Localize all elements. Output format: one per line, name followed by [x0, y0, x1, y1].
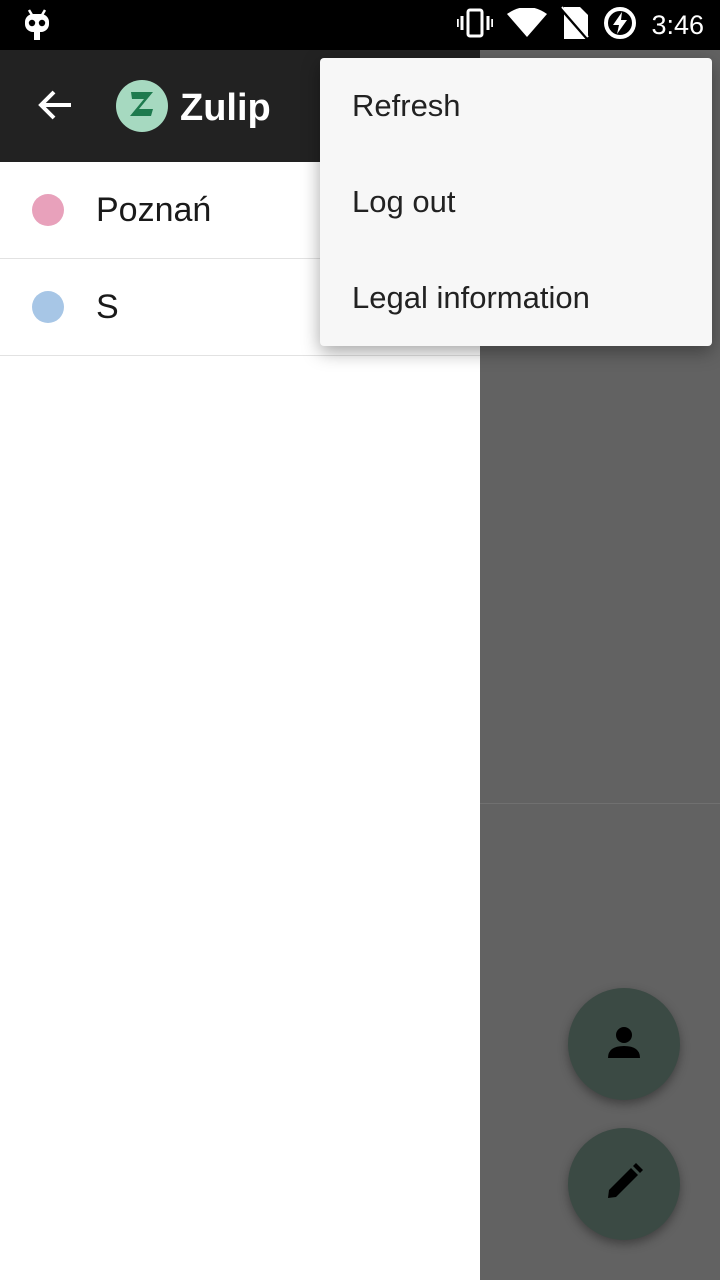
people-fab-button[interactable] — [568, 988, 680, 1100]
menu-item-legal-information[interactable]: Legal information — [320, 250, 712, 346]
person-icon — [606, 1024, 642, 1064]
stream-color-dot — [32, 194, 64, 226]
menu-item-refresh[interactable]: Refresh — [320, 58, 712, 154]
cyanogen-bug-icon — [20, 8, 54, 42]
zulip-logo-icon — [127, 89, 157, 123]
stream-name: Poznań — [96, 191, 212, 229]
pencil-icon — [604, 1162, 644, 1206]
status-bar: 3:46 — [0, 0, 720, 50]
stream-name: S — [96, 288, 119, 326]
no-sim-icon — [559, 6, 591, 44]
stream-color-dot — [32, 291, 64, 323]
back-button[interactable] — [28, 80, 82, 134]
menu-item-log-out[interactable]: Log out — [320, 154, 712, 250]
divider — [480, 803, 720, 804]
wifi-icon — [507, 7, 548, 42]
battery-charging-icon — [603, 6, 637, 44]
compose-fab-button[interactable] — [568, 1128, 680, 1240]
zulip-logo — [116, 80, 168, 132]
status-time: 3:46 — [651, 9, 704, 40]
overflow-menu: Refresh Log out Legal information — [320, 58, 712, 346]
vibrate-icon — [456, 7, 495, 43]
arrow-back-icon — [37, 89, 73, 125]
app-title: Zulip — [180, 87, 271, 129]
